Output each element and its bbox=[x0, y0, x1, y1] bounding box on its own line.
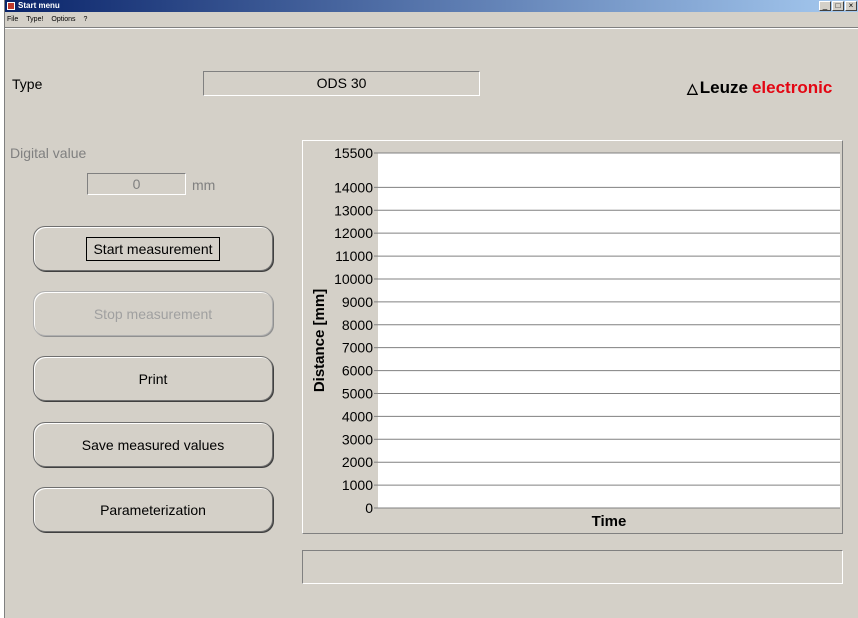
y-tick-label: 1000 bbox=[342, 477, 373, 493]
y-tick-label: 10000 bbox=[334, 271, 373, 287]
y-tick-label: 14000 bbox=[334, 179, 373, 195]
logo-brand-accent: electronic bbox=[751, 78, 833, 97]
start-measurement-button[interactable]: Start measurement bbox=[33, 226, 273, 271]
start-measurement-label: Start measurement bbox=[86, 236, 220, 261]
y-tick-label: 3000 bbox=[342, 431, 373, 447]
leuze-triangle-icon: △ bbox=[687, 80, 698, 96]
maximize-button[interactable]: □ bbox=[832, 1, 844, 11]
status-field bbox=[302, 550, 843, 584]
y-tick-label: 8000 bbox=[342, 317, 373, 333]
title-bar[interactable]: Start menu _ □ × bbox=[5, 0, 858, 12]
digital-value-label: Digital value bbox=[10, 145, 87, 161]
parameterization-label: Parameterization bbox=[100, 501, 206, 518]
minimize-button[interactable]: _ bbox=[819, 1, 831, 11]
y-tick-label: 4000 bbox=[342, 408, 373, 424]
y-axis-ticks: 0 1000 2000 3000 4000 5000 6000 7000 8000 9000 100… bbox=[334, 145, 378, 516]
leuze-logo: △ Leuze electronic bbox=[687, 78, 832, 98]
y-tick-label: 12000 bbox=[334, 225, 373, 241]
digital-value-field: 0 bbox=[87, 173, 186, 195]
logo-brand-text: Leuze bbox=[699, 78, 748, 97]
plot-area bbox=[378, 153, 840, 508]
y-tick-label: 9000 bbox=[342, 294, 373, 310]
distance-chart: 0 1000 2000 3000 4000 5000 6000 7000 8000 9000 100… bbox=[311, 145, 840, 530]
window-controls: _ □ × bbox=[819, 1, 857, 11]
print-button[interactable]: Print bbox=[33, 356, 273, 401]
parameterization-button[interactable]: Parameterization bbox=[33, 487, 273, 532]
y-tick-label: 11000 bbox=[335, 248, 373, 264]
menu-item-help[interactable]: ? bbox=[84, 14, 88, 26]
y-tick-label: 0 bbox=[365, 500, 373, 516]
save-measured-values-label: Save measured values bbox=[81, 436, 225, 453]
y-tick-label: 6000 bbox=[342, 363, 373, 379]
window-title: Start menu bbox=[18, 1, 60, 10]
save-measured-values-button[interactable]: Save measured values bbox=[33, 422, 273, 467]
menu-item-type[interactable]: Type! bbox=[26, 14, 43, 26]
type-label: Type bbox=[12, 76, 43, 92]
print-label: Print bbox=[138, 370, 168, 387]
y-axis-label: Distance [mm] bbox=[311, 289, 328, 392]
menu-bar: File Type! Options ? bbox=[7, 14, 87, 26]
y-tick-label: 5000 bbox=[342, 385, 373, 401]
stop-measurement-label: Stop measurement bbox=[93, 305, 213, 322]
start-menu-window: Start menu _ □ × File Type! Options ? Ty… bbox=[4, 0, 858, 618]
stop-measurement-button[interactable]: Stop measurement bbox=[33, 291, 273, 336]
y-tick-label: 2000 bbox=[342, 454, 373, 470]
x-axis-label: Time bbox=[592, 513, 627, 530]
menu-item-options[interactable]: Options bbox=[51, 14, 75, 26]
menu-divider bbox=[5, 27, 858, 29]
y-tick-label: 7000 bbox=[342, 340, 373, 356]
digital-value-unit: mm bbox=[192, 177, 216, 193]
y-tick-label: 13000 bbox=[334, 202, 373, 218]
app-icon bbox=[7, 2, 15, 10]
menu-item-file[interactable]: File bbox=[7, 14, 18, 26]
distance-chart-panel: 0 1000 2000 3000 4000 5000 6000 7000 8000 9000 100… bbox=[302, 140, 843, 534]
y-tick-label: 15500 bbox=[334, 145, 373, 161]
close-button[interactable]: × bbox=[845, 1, 857, 11]
type-field: ODS 30 bbox=[203, 71, 480, 96]
